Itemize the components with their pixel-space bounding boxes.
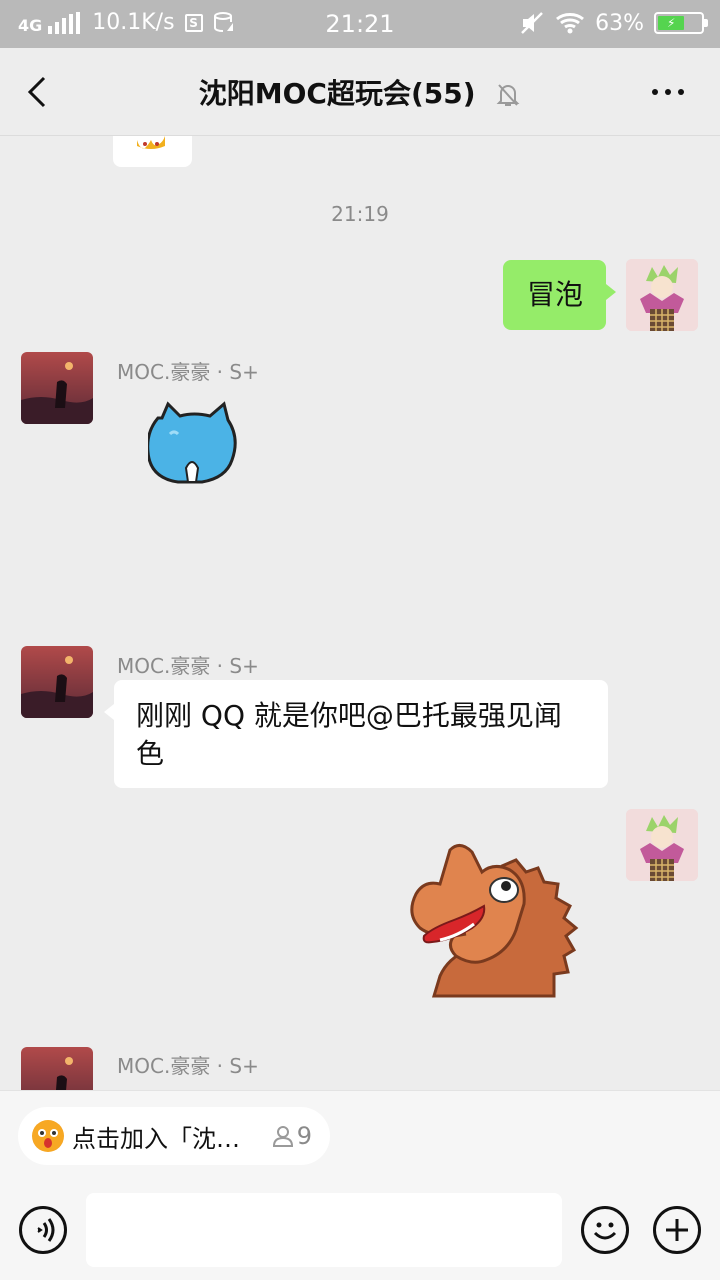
character-avatar-icon (626, 259, 698, 331)
incoming-text-message[interactable]: 刚刚 QQ 就是你吧@巴托最强见闻色 (104, 680, 608, 788)
blue-cat-sticker-icon (146, 401, 237, 484)
self-avatar[interactable] (626, 259, 698, 331)
smiley-icon (593, 1222, 617, 1240)
sender-name: MOC.豪豪 · S+ (117, 360, 259, 384)
voice-input-button[interactable] (19, 1206, 67, 1254)
sunset-avatar-icon (21, 646, 93, 718)
person-icon (272, 1126, 293, 1147)
self-avatar[interactable] (626, 809, 698, 881)
message-input[interactable] (86, 1193, 562, 1267)
emoji-button[interactable] (581, 1206, 629, 1254)
muted-bell-icon (496, 84, 520, 106)
message-text: 刚刚 QQ 就是你吧@巴托最强见闻色 (136, 699, 562, 770)
join-group-label: 点击加入「沈… (72, 1124, 240, 1153)
member-count: 9 (271, 1122, 312, 1150)
more-options-button[interactable] (652, 80, 692, 104)
outgoing-text-message[interactable]: 冒泡 (503, 260, 616, 330)
partial-sticker-message (113, 136, 192, 167)
sender-name: MOC.豪豪 · S+ (117, 1054, 259, 1078)
sunset-avatar-icon (21, 352, 93, 424)
battery-percent: 63% (595, 10, 644, 36)
sunset-avatar-icon (21, 1047, 93, 1090)
character-avatar-icon (626, 809, 698, 881)
message-text: 冒泡 (527, 278, 584, 311)
plus-icon (666, 1219, 688, 1241)
more-functions-button[interactable] (653, 1206, 701, 1254)
join-group-button[interactable]: 点击加入「沈… 9 (18, 1107, 330, 1165)
member-count-value: 9 (296, 1122, 312, 1150)
chat-header: 沈阳MOC超玩会(55) (0, 48, 720, 136)
battery-icon: ⚡ (654, 12, 708, 34)
voice-wave-icon (37, 1218, 55, 1242)
status-bar: 4G 10.1K/s S 21:21 63% ⚡ (0, 0, 720, 48)
wifi-icon (556, 13, 585, 34)
sender-name: MOC.豪豪 · S+ (117, 654, 259, 678)
mute-notification-icon (521, 12, 543, 34)
surprised-face-icon (32, 1120, 64, 1152)
bottom-panel: 点击加入「沈… 9 (0, 1090, 720, 1280)
blue-cat-sticker[interactable] (146, 400, 240, 494)
sender-avatar[interactable] (21, 646, 93, 718)
horse-sticker[interactable] (406, 842, 594, 1020)
sender-avatar[interactable] (21, 352, 93, 424)
sticker-fragment-icon (137, 136, 165, 149)
horse-sticker-icon (410, 844, 579, 998)
sender-avatar[interactable] (21, 1047, 93, 1090)
chat-title: 沈阳MOC超玩会(55) (198, 77, 476, 110)
chat-timestamp: 21:19 (331, 202, 389, 226)
